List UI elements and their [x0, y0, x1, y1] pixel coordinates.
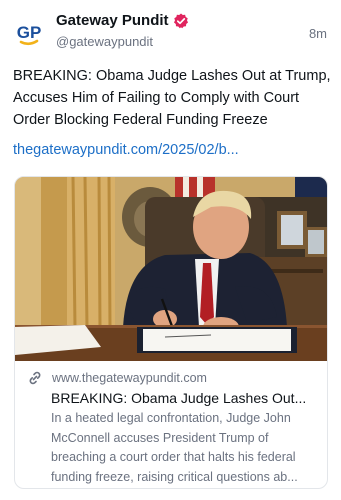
link-card-title[interactable]: BREAKING: Obama Judge Lashes Out...	[51, 390, 317, 406]
link-preview-card[interactable]: www.thegatewaypundit.com BREAKING: Obama…	[14, 176, 328, 489]
post-header: GP Gateway Pundit @gatewaypundit 8m	[12, 10, 329, 54]
post-timestamp[interactable]: 8m	[309, 26, 327, 41]
link-chain-icon	[27, 370, 43, 386]
article-image	[15, 177, 327, 361]
avatar[interactable]: GP	[12, 16, 46, 50]
author-handle[interactable]: @gatewaypundit	[56, 34, 153, 49]
gateway-pundit-logo: GP	[12, 16, 46, 50]
post-link[interactable]: thegatewaypundit.com/2025/02/b...	[13, 142, 331, 158]
link-card-body: www.thegatewaypundit.com BREAKING: Obama…	[15, 361, 327, 487]
link-domain: www.thegatewaypundit.com	[52, 371, 207, 385]
link-card-description: In a heated legal confrontation, Judge J…	[51, 411, 298, 484]
author-name[interactable]: Gateway Pundit	[56, 12, 169, 29]
author-name-row: Gateway Pundit	[56, 12, 189, 29]
avatar-text: GP	[17, 23, 42, 42]
post-text: BREAKING: Obama Judge Lashes Out at Trum…	[13, 68, 331, 128]
link-domain-row: www.thegatewaypundit.com	[27, 369, 317, 387]
verified-badge-icon	[173, 13, 189, 29]
